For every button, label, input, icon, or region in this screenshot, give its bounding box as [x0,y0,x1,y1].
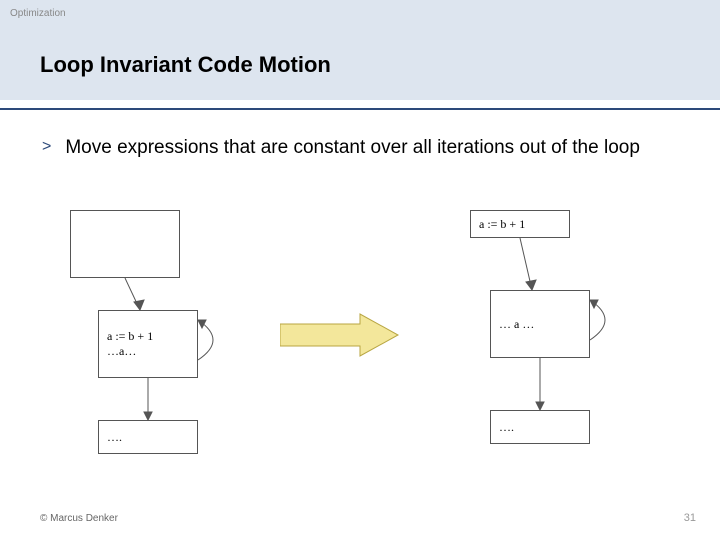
bullet-marker: > [42,136,51,158]
right-edges [460,210,640,470]
header-rule [0,108,720,110]
header-band [0,0,720,100]
diagram-area: a := b + 1 …a… …. a := b + 1 … a … …. [70,210,650,470]
bullet-item: > Move expressions that are constant ove… [42,136,660,160]
page-number: 31 [684,512,696,524]
left-edges [70,210,250,470]
slide-category: Optimization [10,8,66,19]
bullet-text: Move expressions that are constant over … [65,136,640,160]
transform-arrow-icon [280,310,400,360]
footer-copyright: © Marcus Denker [40,513,118,524]
slide-title: Loop Invariant Code Motion [40,52,331,78]
